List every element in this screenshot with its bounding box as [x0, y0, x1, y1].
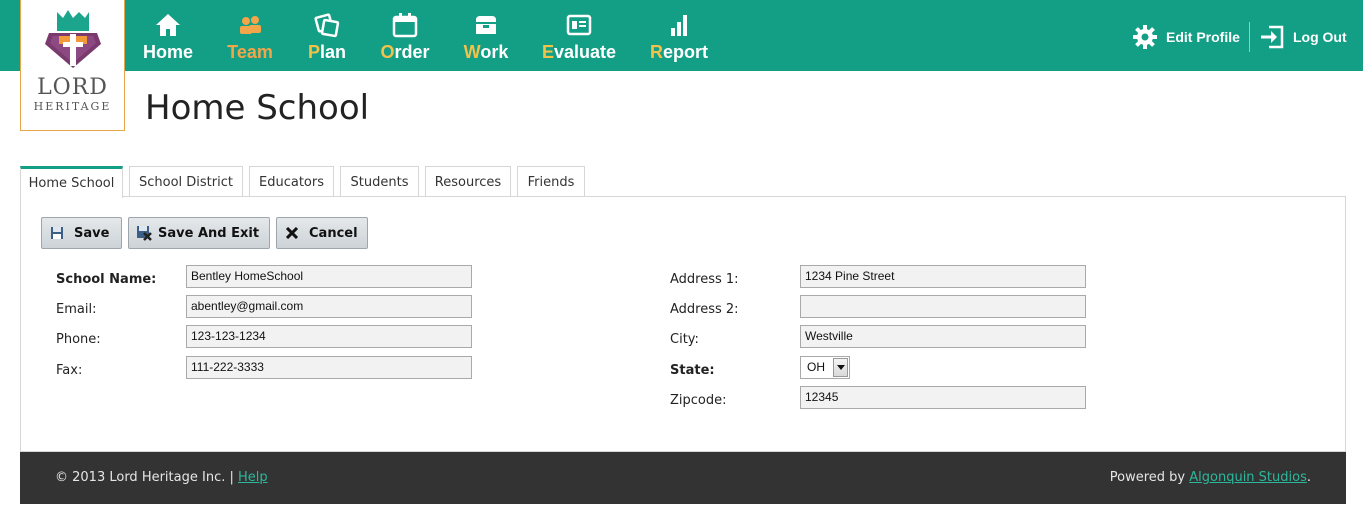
- edit-profile-link[interactable]: Edit Profile: [1132, 22, 1240, 52]
- report-icon: [646, 12, 712, 38]
- powered-by-text: Powered by: [1109, 470, 1186, 485]
- address2-label: Address 2:: [670, 302, 739, 317]
- address2-input[interactable]: [800, 295, 1086, 318]
- nav-home[interactable]: Home: [140, 0, 196, 71]
- nav-work-label: Work: [463, 42, 509, 62]
- state-select[interactable]: OH: [800, 356, 850, 379]
- tab-school-district[interactable]: School District: [129, 166, 243, 197]
- city-input[interactable]: Westville: [800, 325, 1086, 348]
- help-link[interactable]: Help: [238, 470, 268, 485]
- save-and-exit-label: Save And Exit: [158, 225, 260, 241]
- school-name-input[interactable]: Bentley HomeSchool: [186, 265, 472, 288]
- nav-report-label: Report: [650, 42, 708, 62]
- email-label: Email:: [56, 302, 97, 317]
- team-icon: [222, 12, 278, 38]
- header-link-divider: [1249, 22, 1250, 52]
- close-icon: [284, 225, 300, 241]
- save-label: Save: [74, 225, 110, 241]
- nav-evaluate-label: Evaluate: [541, 42, 617, 62]
- save-exit-icon: [136, 225, 152, 241]
- nav-team-label: Team: [227, 42, 273, 62]
- crown-cross-logo-icon: [45, 10, 101, 68]
- algonquin-studios-link[interactable]: Algonquin Studios: [1189, 470, 1307, 485]
- evaluate-icon: [537, 12, 621, 38]
- tab-students[interactable]: Students: [340, 166, 419, 197]
- nav-plan-label: Plan: [307, 42, 347, 62]
- nav-evaluate[interactable]: Evaluate: [537, 0, 621, 71]
- copyright-text: © 2013 Lord Heritage Inc. |: [55, 470, 234, 485]
- floppy-disk-icon: [49, 225, 65, 241]
- brand-line-1: LORD: [37, 75, 108, 100]
- nav-order-label: Order: [380, 42, 430, 62]
- save-button[interactable]: Save: [41, 217, 122, 249]
- phone-input[interactable]: 123-123-1234: [186, 325, 472, 348]
- footer-period: .: [1306, 470, 1311, 485]
- city-label: City:: [670, 332, 699, 347]
- state-label: State:: [670, 363, 715, 378]
- tab-friends[interactable]: Friends: [517, 166, 585, 197]
- edit-profile-label: Edit Profile: [1166, 29, 1240, 45]
- footer: © 2013 Lord Heritage Inc. | Help Powered…: [20, 452, 1346, 504]
- nav-plan[interactable]: Plan: [302, 0, 352, 71]
- cancel-label: Cancel: [309, 225, 358, 241]
- phone-label: Phone:: [56, 332, 101, 347]
- log-out-icon: [1261, 25, 1284, 49]
- nav-work[interactable]: Work: [458, 0, 514, 71]
- tab-educators[interactable]: Educators: [249, 166, 334, 197]
- cancel-button[interactable]: Cancel: [276, 217, 368, 249]
- address1-label: Address 1:: [670, 272, 739, 287]
- zipcode-input[interactable]: 12345: [800, 386, 1086, 409]
- nav-team[interactable]: Team: [222, 0, 278, 71]
- plan-icon: [302, 12, 352, 38]
- work-icon: [458, 12, 514, 38]
- school-name-label: School Name:: [56, 272, 157, 287]
- save-and-exit-button[interactable]: Save And Exit: [128, 217, 270, 249]
- tab-resources[interactable]: Resources: [425, 166, 511, 197]
- nav-report[interactable]: Report: [646, 0, 712, 71]
- footer-left: © 2013 Lord Heritage Inc. | Help: [55, 470, 268, 485]
- email-input[interactable]: abentley@gmail.com: [186, 295, 472, 318]
- order-icon: [375, 12, 435, 38]
- log-out-label: Log Out: [1293, 29, 1347, 45]
- home-icon: [140, 12, 196, 38]
- footer-right: Powered by Algonquin Studios.: [1110, 470, 1311, 485]
- tab-home-school[interactable]: Home School: [20, 166, 123, 198]
- gear-icon: [1133, 25, 1157, 49]
- logo[interactable]: LORD HERITAGE: [20, 0, 125, 131]
- brand-line-2: HERITAGE: [33, 100, 112, 113]
- chevron-down-icon[interactable]: [833, 358, 848, 377]
- fax-input[interactable]: 111-222-3333: [186, 356, 472, 379]
- zipcode-label: Zipcode:: [670, 393, 727, 408]
- nav-order[interactable]: Order: [375, 0, 435, 71]
- fax-label: Fax:: [56, 363, 83, 378]
- state-select-value: OH: [807, 360, 825, 374]
- nav-home-label: Home: [142, 42, 193, 62]
- address1-input[interactable]: 1234 Pine Street: [800, 265, 1086, 288]
- log-out-link[interactable]: Log Out: [1259, 22, 1347, 52]
- page-title: Home School: [145, 88, 370, 128]
